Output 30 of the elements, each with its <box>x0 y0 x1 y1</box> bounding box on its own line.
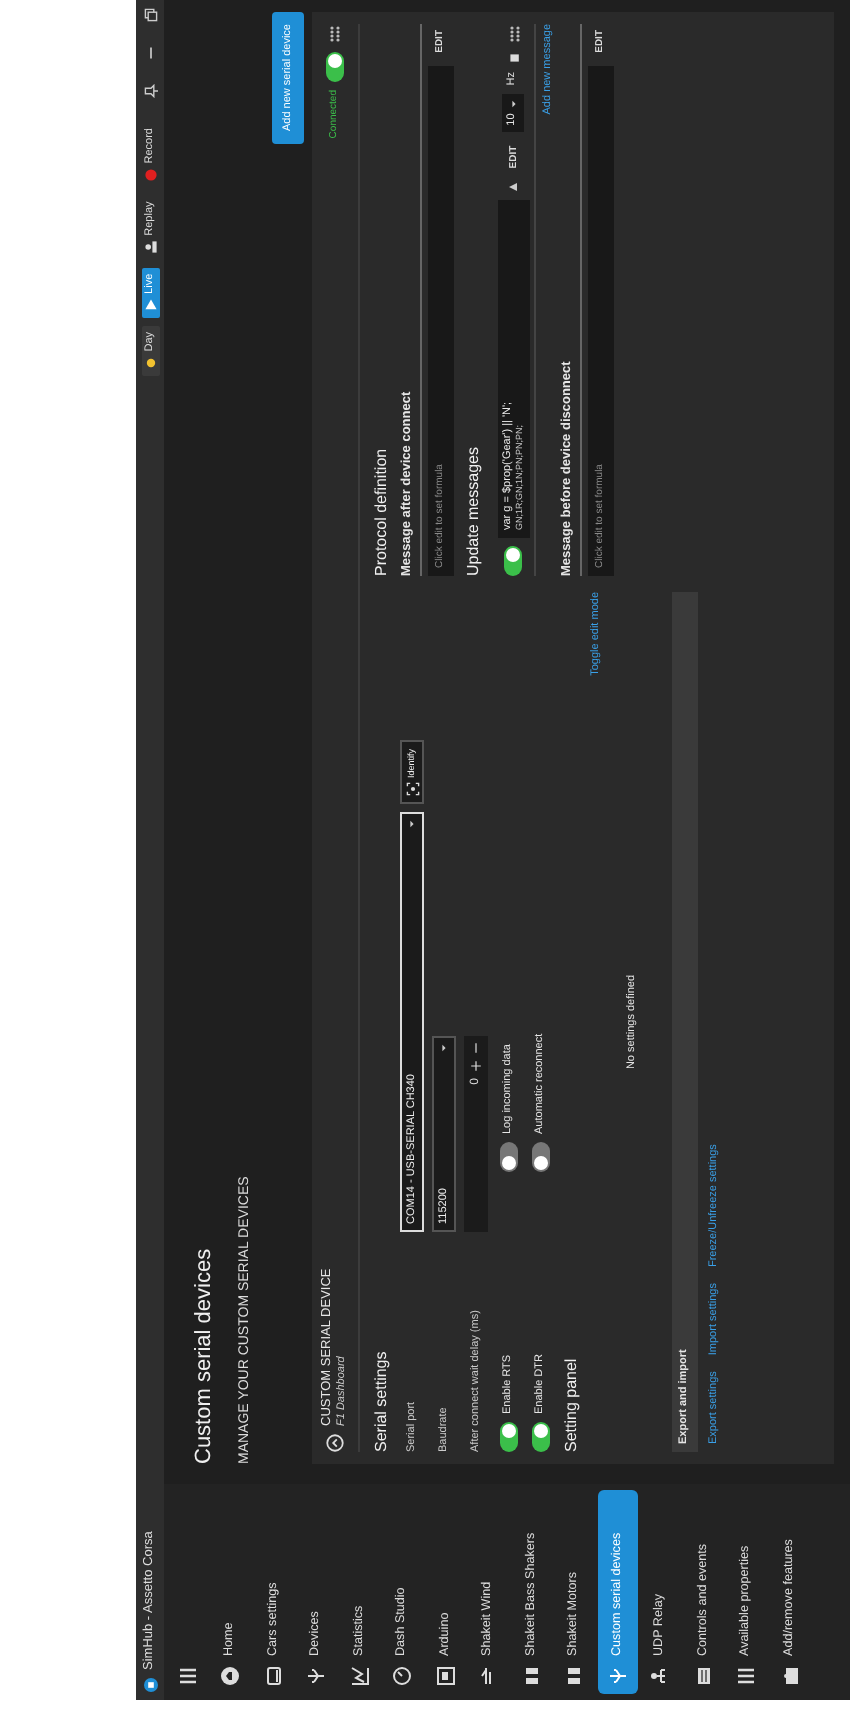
toggle-switch[interactable] <box>504 546 523 576</box>
gauge-icon <box>392 1666 413 1686</box>
section-title: Setting panel <box>562 1356 582 1452</box>
page-title: Custom serial devices <box>192 1248 218 1464</box>
target-icon <box>405 782 420 796</box>
record-icon <box>143 167 157 182</box>
caret-icon <box>509 99 518 108</box>
section-title: Protocol definition <box>371 446 391 576</box>
toggle-switch[interactable] <box>531 1142 550 1172</box>
board-icon <box>435 1666 456 1686</box>
menu-icon[interactable] <box>178 1666 198 1686</box>
toggle-switch[interactable] <box>499 1142 518 1172</box>
drag-handle-icon[interactable] <box>328 24 341 44</box>
warning-icon <box>508 182 519 193</box>
chart-icon <box>349 1666 370 1686</box>
trash-icon[interactable] <box>507 52 520 64</box>
section-title: Update messages <box>463 445 484 576</box>
toggle-switch[interactable] <box>531 1422 550 1452</box>
list-icon <box>736 1666 757 1686</box>
plus-icon[interactable] <box>470 1060 483 1072</box>
restore-icon[interactable] <box>143 8 157 22</box>
connection-toggle[interactable] <box>325 52 344 82</box>
sun-icon <box>143 355 157 370</box>
logo-icon <box>143 1678 157 1692</box>
minus-icon[interactable] <box>470 1042 483 1054</box>
chevron-icon[interactable] <box>325 1434 344 1452</box>
play-icon <box>143 297 157 312</box>
section-title: Serial settings <box>371 1349 391 1452</box>
drag-handle-icon[interactable] <box>507 24 520 44</box>
toggle-switch[interactable] <box>499 1422 518 1452</box>
